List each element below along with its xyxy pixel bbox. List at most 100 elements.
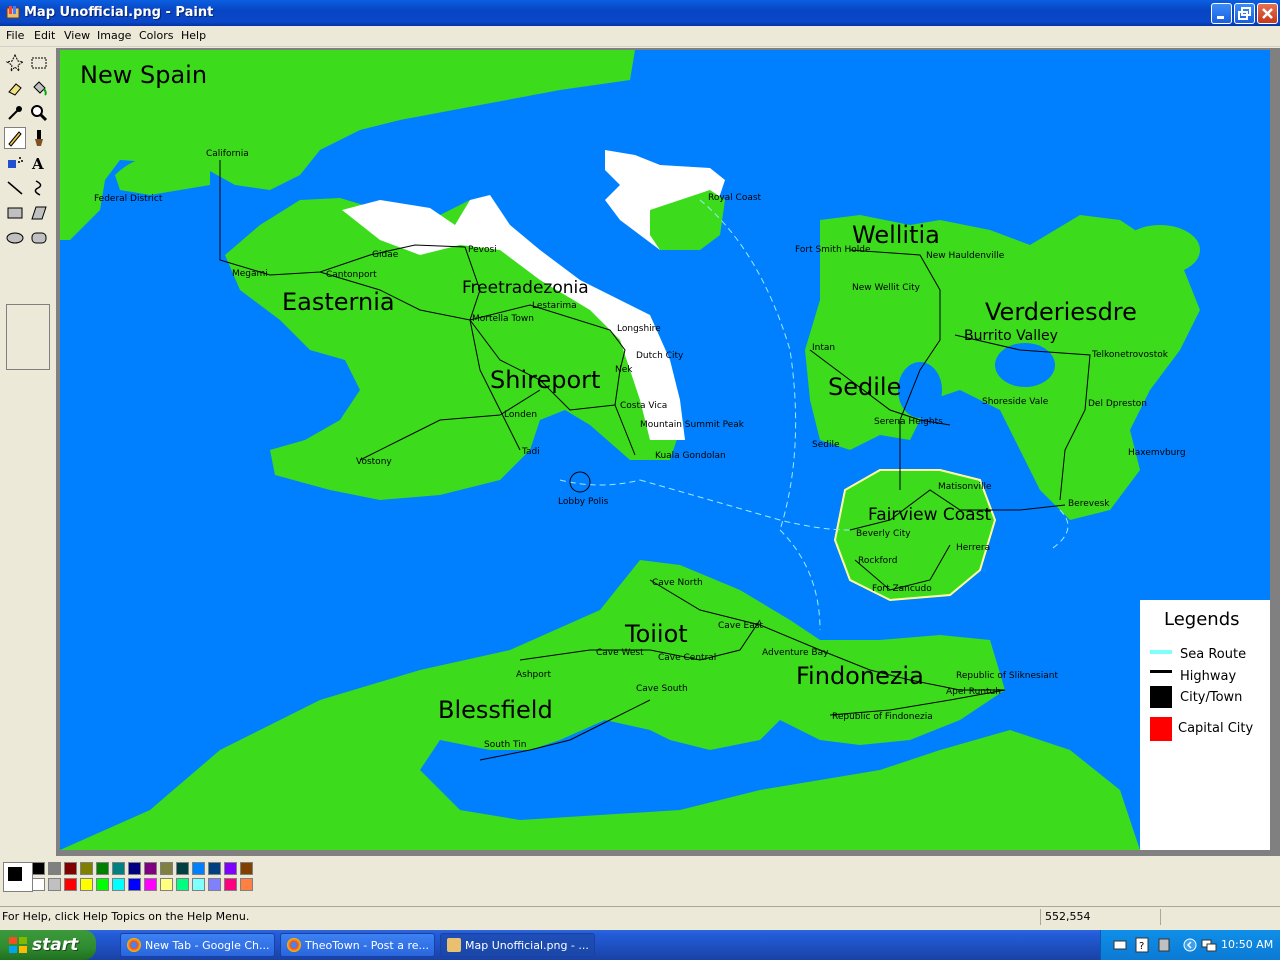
rectangle-icon: [7, 207, 23, 219]
city-label: Gidae: [372, 250, 399, 260]
palette-swatch[interactable]: [208, 878, 221, 891]
palette-swatch[interactable]: [80, 878, 93, 891]
map-canvas[interactable]: New Spain Easternia Freetradezonia Shire…: [60, 50, 1270, 850]
palette-swatch[interactable]: [224, 862, 237, 875]
text-tool[interactable]: A: [28, 152, 50, 174]
polygon-icon: [31, 206, 47, 220]
curve-icon: [34, 180, 42, 196]
menu-colors[interactable]: Colors: [139, 29, 173, 42]
palette-swatch[interactable]: [224, 878, 237, 891]
palette-swatch[interactable]: [32, 862, 45, 875]
ellipse-tool[interactable]: [4, 227, 26, 249]
eraser-tool[interactable]: [4, 77, 26, 99]
polygon-tool[interactable]: [28, 202, 50, 224]
menu-help[interactable]: Help: [181, 29, 206, 42]
pencil-tool[interactable]: [4, 127, 26, 149]
palette-swatch[interactable]: [144, 878, 157, 891]
help-icon[interactable]: ?: [1135, 937, 1149, 953]
city-label: Megami: [232, 269, 268, 279]
task-chrome-theotown[interactable]: TheoTown - Post a re...: [280, 933, 435, 957]
palette-swatch[interactable]: [240, 862, 253, 875]
color-picker-tool[interactable]: [4, 102, 26, 124]
city-label: Telkonetrovostok: [1091, 350, 1169, 360]
color-palette: [0, 856, 1280, 904]
palette-swatch[interactable]: [64, 862, 77, 875]
curve-tool[interactable]: [28, 177, 50, 199]
eyedropper-icon: [8, 106, 22, 120]
region-label: Findonezia: [796, 662, 924, 690]
palette-swatch[interactable]: [192, 862, 205, 875]
palette-swatch[interactable]: [160, 878, 173, 891]
task-paint[interactable]: Map Unofficial.png - ...: [440, 933, 595, 957]
palette-swatch[interactable]: [176, 878, 189, 891]
tool-options-box[interactable]: [6, 304, 50, 370]
free-select-tool[interactable]: [4, 52, 26, 74]
palette-swatch[interactable]: [176, 862, 189, 875]
palette-swatch[interactable]: [96, 862, 109, 875]
city-label: Beverly City: [856, 529, 911, 539]
chevron-left-icon[interactable]: [1183, 938, 1197, 952]
svg-text:A: A: [31, 155, 44, 173]
start-button[interactable]: start: [0, 930, 96, 960]
line-tool[interactable]: [4, 177, 26, 199]
palette-swatch[interactable]: [64, 878, 77, 891]
palette-swatch[interactable]: [112, 862, 125, 875]
task-chrome-newtab[interactable]: New Tab - Google Ch...: [120, 933, 275, 957]
palette-swatch[interactable]: [112, 878, 125, 891]
region-label: Toiiot: [624, 620, 688, 648]
legend-item: City/Town: [1180, 690, 1242, 705]
region-label: Easternia: [282, 288, 395, 316]
current-colors[interactable]: [3, 862, 33, 892]
palette-swatch[interactable]: [128, 878, 141, 891]
rectangle-tool[interactable]: [4, 202, 26, 224]
close-button[interactable]: [1257, 3, 1278, 24]
city-label: Berevesk: [1068, 499, 1110, 509]
menu-edit[interactable]: Edit: [34, 29, 55, 42]
paint-icon: [447, 938, 461, 952]
land-islands-east: [1120, 225, 1200, 275]
legend-item: Sea Route: [1180, 647, 1246, 662]
windows-logo-icon: [9, 937, 27, 953]
restore-icon: [1238, 7, 1251, 20]
magnifier-tool[interactable]: [28, 102, 50, 124]
city-label: Federal District: [94, 194, 163, 204]
menu-file[interactable]: File: [6, 29, 24, 42]
palette-swatch[interactable]: [80, 862, 93, 875]
palette-swatch[interactable]: [96, 878, 109, 891]
line-icon: [7, 181, 23, 195]
menu-view[interactable]: View: [64, 29, 90, 42]
maximize-button[interactable]: [1234, 3, 1255, 24]
palette-swatch[interactable]: [160, 862, 173, 875]
keyboard-icon[interactable]: [1113, 938, 1127, 952]
fill-tool[interactable]: [28, 77, 50, 99]
palette-swatch[interactable]: [32, 878, 45, 891]
palette-swatch[interactable]: [208, 862, 221, 875]
menu-bar: File Edit View Image Colors Help: [0, 26, 1280, 47]
city-label: Herrera: [956, 543, 990, 553]
network-icon[interactable]: [1201, 937, 1217, 953]
palette-swatch[interactable]: [48, 878, 61, 891]
legend-swatch-highway: [1150, 670, 1172, 673]
minimize-button[interactable]: [1211, 3, 1232, 24]
palette-swatch[interactable]: [240, 878, 253, 891]
palette-swatch[interactable]: [128, 862, 141, 875]
city-label: Pevosi: [468, 245, 497, 255]
notification-icon[interactable]: [1157, 937, 1171, 953]
palette-swatch[interactable]: [192, 878, 205, 891]
rounded-rect-tool[interactable]: [28, 227, 50, 249]
city-label: Cave Central: [658, 653, 716, 663]
city-label: Republic of Findonezia: [832, 712, 933, 722]
title-bar[interactable]: Map Unofficial.png - Paint: [0, 0, 1280, 26]
palette-swatch[interactable]: [48, 862, 61, 875]
palette-swatch[interactable]: [144, 862, 157, 875]
chrome-icon: [287, 938, 301, 952]
brush-tool[interactable]: [28, 127, 50, 149]
eraser-icon: [8, 83, 22, 96]
airbrush-tool[interactable]: [4, 152, 26, 174]
cursor-coordinates: 552,554: [1045, 910, 1091, 923]
rect-select-tool[interactable]: [28, 52, 50, 74]
menu-image[interactable]: Image: [97, 29, 131, 42]
magnifier-icon: [31, 105, 48, 122]
chrome-icon: [127, 938, 141, 952]
region-label: New Spain: [80, 61, 207, 89]
